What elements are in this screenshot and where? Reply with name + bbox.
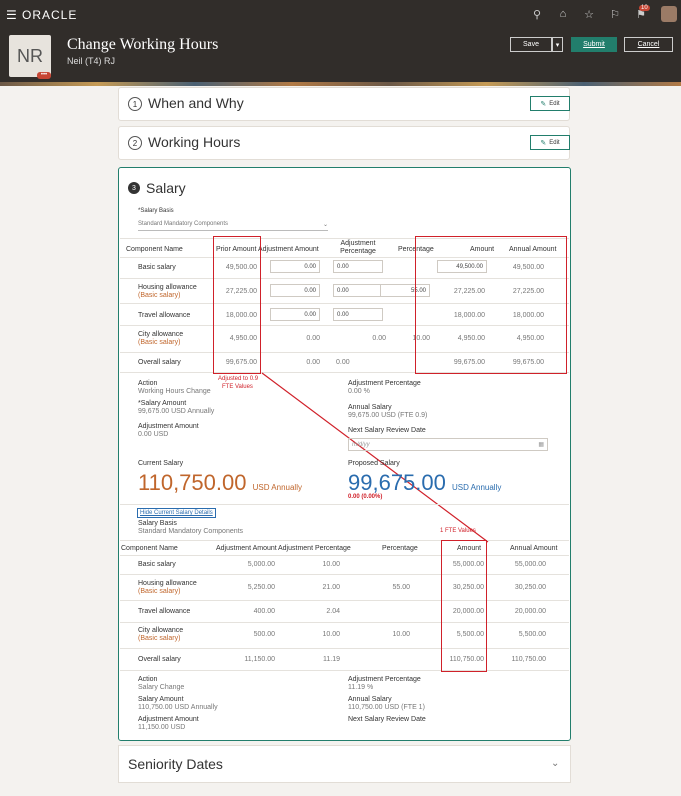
adjustment-amount: 11,150.00	[244, 656, 275, 663]
annual-amount: 20,000.00	[514, 608, 546, 615]
annual-amount: 30,250.00	[514, 584, 546, 591]
adjustment-amount: 5,250.00	[247, 584, 275, 591]
divider	[120, 504, 569, 505]
salary-basis-value: Standard Mandatory Components	[138, 528, 244, 535]
adjustment-amount: 500.00	[253, 631, 275, 638]
adjustment-percentage: 2.04	[326, 608, 340, 615]
component-name: Basic salary	[138, 561, 176, 568]
adjustment-amount-value: 11,150.00 USD	[138, 724, 186, 731]
section-title: Seniority Dates	[128, 756, 223, 772]
adjustment-percentage-value: 11.19 %	[348, 684, 374, 691]
divider	[120, 555, 569, 556]
adjustment-percentage-label: Adjustment Percentage	[348, 380, 421, 387]
annual-amount: 5,500.00	[518, 631, 546, 638]
adjustment-percentage: 11.19	[323, 656, 340, 663]
proposed-salary-label: Proposed Salary	[348, 460, 400, 467]
component-basis: (Basic salary)	[138, 588, 181, 595]
component-name: Travel allowance	[138, 608, 191, 615]
annotation-connector	[261, 372, 489, 543]
adjustment-percentage: 10.00	[322, 561, 340, 568]
salary-amount-value: 110,750.00 USD Annually	[138, 704, 218, 711]
current-salary-label: Current Salary	[138, 460, 184, 467]
divider	[120, 622, 569, 623]
annotation-line	[261, 372, 489, 543]
col-header: Adjustment Percentage	[278, 545, 351, 552]
chevron-down-icon[interactable]: ⌄	[551, 758, 559, 769]
salary-basis-label: Salary Basis	[138, 520, 177, 527]
component-name: Overall salary	[138, 656, 181, 663]
adjustment-percentage-label: Adjustment Percentage	[348, 676, 421, 683]
divider	[120, 648, 569, 649]
adjustment-percentage: 21.00	[322, 584, 340, 591]
percentage: 10.00	[392, 631, 410, 638]
calendar-icon[interactable]: ▦	[538, 441, 544, 448]
action-label: Action	[138, 676, 158, 683]
adjustment-amount-value: 0.00 USD	[138, 431, 169, 438]
annual-salary-label: Annual Salary	[348, 404, 392, 411]
component-basis: (Basic salary)	[138, 635, 181, 642]
annual-salary-value: 110,750.00 USD (FTE 1)	[348, 704, 425, 711]
next-review-date-input[interactable]: m/d/yy ▦	[348, 438, 548, 451]
annual-salary-label: Annual Salary	[348, 696, 392, 703]
adjustment-percentage-value: 0.00 %	[348, 388, 370, 395]
action-value: Working Hours Change	[138, 388, 211, 395]
annual-salary-value: 99,675.00 USD (FTE 0.9)	[348, 412, 428, 419]
divider	[120, 670, 569, 671]
next-review-label: Next Salary Review Date	[348, 427, 426, 434]
divider	[120, 540, 569, 541]
action-value: Salary Change	[138, 684, 185, 691]
col-header: Annual Amount	[510, 545, 558, 552]
salary-amount-value: 99,675.00 USD Annually	[138, 408, 215, 415]
salary-amount-label: *Salary Amount	[138, 400, 187, 407]
col-header: Percentage	[382, 545, 418, 552]
next-review-label: Next Salary Review Date	[348, 716, 426, 723]
adjustment-percentage: 10.00	[322, 631, 340, 638]
action-label: Action	[138, 380, 158, 387]
col-header: Adjustment Amount	[216, 545, 277, 552]
col-header: Component Name	[121, 545, 178, 552]
current-amount-highlight	[441, 540, 487, 672]
annual-amount: 55,000.00	[514, 561, 546, 568]
adjustment-amount: 400.00	[253, 608, 275, 615]
salary-amount-label: Salary Amount	[138, 696, 184, 703]
current-salary-value: 110,750.00 USD Annually	[138, 470, 302, 495]
hide-current-salary-link[interactable]: Hide Current Salary Details	[137, 508, 216, 518]
divider	[120, 574, 569, 575]
annual-amount: 110,750.00	[511, 656, 546, 663]
proposed-change: 0.00 (0.00%)	[348, 494, 383, 500]
divider	[120, 600, 569, 601]
component-name: City allowance	[138, 627, 184, 634]
adjustment-amount-label: Adjustment Amount	[138, 423, 199, 430]
percentage: 55.00	[392, 584, 410, 591]
proposed-salary-value: 99,675.00 USD Annually	[348, 470, 502, 495]
component-name: Housing allowance	[138, 580, 197, 587]
adjustment-amount: 5,000.00	[247, 561, 275, 568]
adjustment-amount-label: Adjustment Amount	[138, 716, 199, 723]
